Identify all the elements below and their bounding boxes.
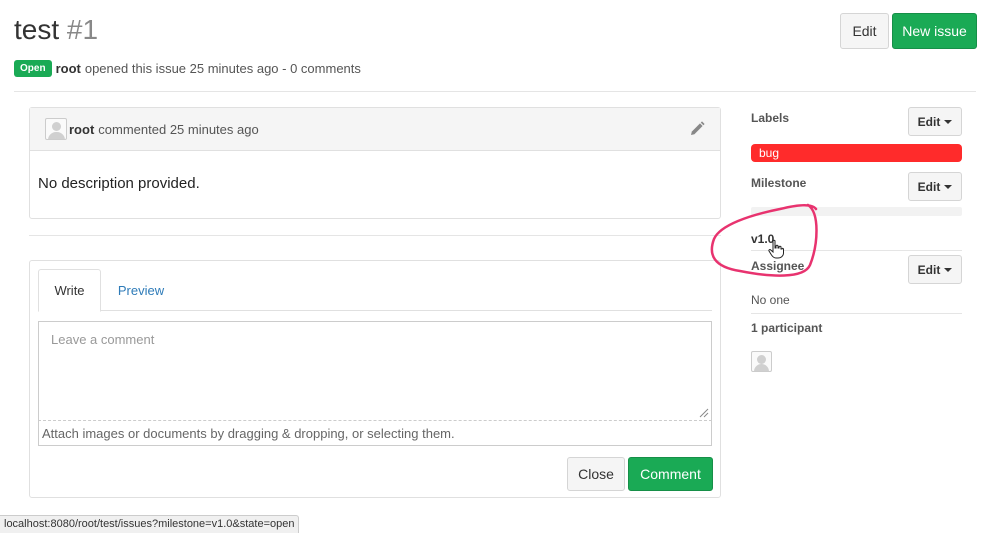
header-divider <box>14 91 976 92</box>
assignee-edit-label: Edit <box>917 262 941 277</box>
caret-down-icon <box>944 184 953 189</box>
comment-placeholder: Leave a comment <box>51 332 155 347</box>
issue-meta: Open root opened this issue 25 minutes a… <box>14 58 361 78</box>
issue-title: test #1 <box>14 14 98 46</box>
note-body: No description provided. <box>38 175 200 192</box>
issue-author-link[interactable]: root <box>56 61 81 76</box>
sidebar-divider <box>751 313 962 314</box>
participants-title: 1 participant <box>751 321 823 335</box>
comment-form: Write Preview Leave a comment Attach ima… <box>29 260 721 498</box>
participant-avatar[interactable] <box>751 351 772 372</box>
comment-textarea[interactable]: Leave a comment <box>38 321 712 421</box>
issue-description-note: root commented 25 minutes ago No descrip… <box>29 107 721 219</box>
pencil-icon[interactable] <box>688 120 706 138</box>
hand-cursor-icon <box>768 239 784 259</box>
assignee-value: No one <box>751 293 790 307</box>
labels-title: Labels <box>751 111 790 125</box>
new-issue-button[interactable]: New issue <box>892 13 977 49</box>
resize-handle-icon[interactable] <box>699 408 709 418</box>
issue-opened-text: opened this issue 25 minutes ago - 0 com… <box>84 60 361 76</box>
caret-down-icon <box>944 267 953 272</box>
milestone-edit-label: Edit <box>917 179 941 194</box>
avatar[interactable] <box>45 118 67 140</box>
attach-hint[interactable]: Attach images or documents by dragging &… <box>38 421 712 446</box>
status-badge: Open <box>14 59 52 77</box>
tab-write[interactable]: Write <box>38 269 101 312</box>
note-header: root commented 25 minutes ago <box>30 108 720 151</box>
caret-down-icon <box>944 119 953 124</box>
assignee-edit-button[interactable]: Edit <box>908 255 962 284</box>
labels-edit-label: Edit <box>917 114 941 129</box>
close-issue-button[interactable]: Close <box>567 457 625 491</box>
milestone-progress-bar <box>751 207 962 216</box>
label-bug[interactable]: bug <box>751 144 962 162</box>
status-bar-url: localhost:8080/root/test/issues?mileston… <box>0 515 300 533</box>
milestone-edit-button[interactable]: Edit <box>908 172 962 201</box>
note-meta: commented 25 minutes ago <box>98 121 259 137</box>
milestone-title: Milestone <box>751 176 807 190</box>
tab-preview[interactable]: Preview <box>108 269 174 311</box>
assignee-title: Assignee <box>751 259 805 273</box>
comment-button[interactable]: Comment <box>628 457 713 491</box>
issue-number: #1 <box>66 14 99 45</box>
issue-title-text: test <box>14 14 60 45</box>
note-author-link[interactable]: root <box>69 122 94 137</box>
comment-tabs: Write Preview <box>38 269 712 312</box>
notes-divider <box>29 235 721 236</box>
edit-issue-button[interactable]: Edit <box>840 13 889 49</box>
labels-edit-button[interactable]: Edit <box>908 107 962 136</box>
